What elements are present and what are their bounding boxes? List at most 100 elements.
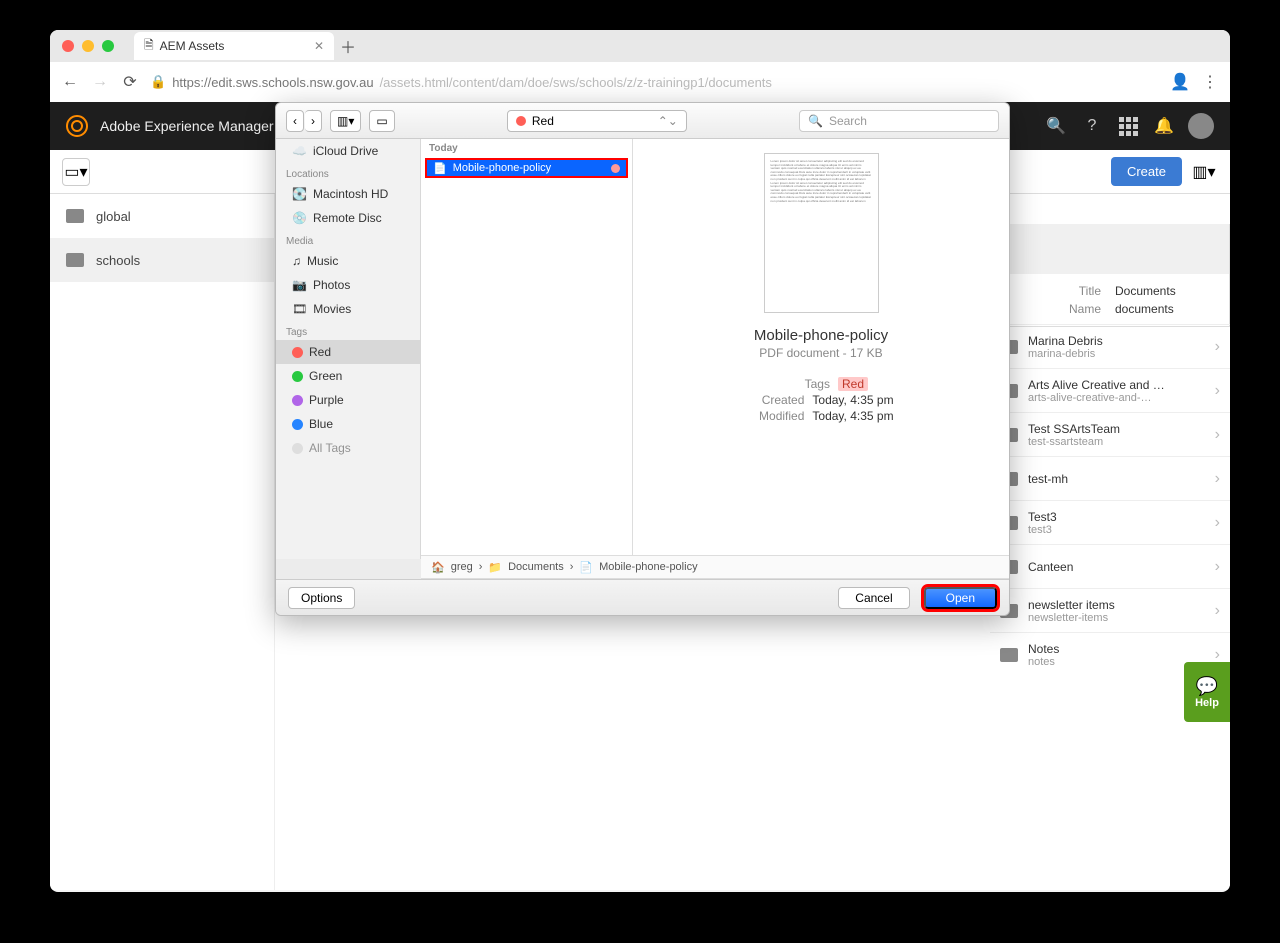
forward-button[interactable]: → [90,73,110,91]
path-dropdown[interactable]: Red ⌃⌄ [507,110,687,132]
sidebar-all-tags[interactable]: All Tags [276,436,420,460]
browser-window: 🗎 AEM Assets ✕ ＋ ← → ⟳ 🔒 https://edit.sw… [50,30,1230,892]
cloud-icon: ☁️ [292,144,307,158]
sidebar-tag-green[interactable]: Green [276,364,420,388]
cancel-button[interactable]: Cancel [838,587,909,609]
sidebar-movies[interactable]: 🎞Movies [276,297,420,321]
back-button[interactable]: ← [60,73,80,91]
sidebar-item-global[interactable]: global [50,194,274,238]
new-tab-button[interactable]: ＋ [336,34,360,58]
avatar[interactable] [1188,113,1214,139]
search-icon: 🔍 [808,114,823,128]
list-item[interactable]: Test SSArtsTeamtest-ssartsteam› [990,412,1230,456]
group-button[interactable]: ▭ [369,110,394,132]
chevron-right-icon: › [1215,338,1220,356]
apps-icon[interactable] [1116,114,1140,138]
nav-forward-button[interactable]: › [305,110,322,132]
breadcrumb: 🏠greg› 📁Documents› 📄Mobile-phone-policy [421,555,1009,579]
sidebar-photos[interactable]: 📷Photos [276,273,420,297]
bell-icon[interactable]: 🔔 [1152,114,1176,138]
page-icon: 🗎 [144,36,154,57]
tag-dot-icon [292,419,303,430]
detail-title-label: Title [1079,284,1101,298]
folder-icon [1000,648,1018,662]
titlebar: 🗎 AEM Assets ✕ ＋ [50,30,1230,62]
dialog-footer: Options Cancel Open [276,579,1009,615]
chevron-right-icon: › [1215,602,1220,620]
tag-dot-icon [292,395,303,406]
tag-dot-icon [292,347,303,358]
help-badge[interactable]: 💬 Help [1184,662,1230,722]
minimize-icon[interactable] [82,40,94,52]
sidebar-group-media: Media [276,230,420,249]
column-header: Today [421,139,632,158]
lock-icon: 🔒 [150,74,166,90]
home-icon: 🏠 [431,561,445,574]
tag-dot-icon [292,443,303,454]
sidebar-music[interactable]: ♫Music [276,249,420,273]
aem-logo-icon[interactable] [66,115,88,137]
detail-name-value: documents [1115,302,1215,316]
sidebar-group-tags: Tags [276,321,420,340]
detail-panel: TitleDocuments Namedocuments [990,224,1230,327]
tag-badge: Red [838,377,868,391]
preview-title: Mobile-phone-policy [754,327,888,344]
search-input[interactable]: 🔍 Search [799,110,999,132]
folder-icon: 📁 [488,561,502,574]
file-row-mobile-phone-policy[interactable]: 📄 Mobile-phone-policy [425,158,628,178]
doc-icon: 📄 [433,162,447,175]
more-icon[interactable]: ⋮ [1200,72,1220,92]
sidebar-tag-blue[interactable]: Blue [276,412,420,436]
url-host: https://edit.sws.schools.nsw.gov.au [172,75,373,90]
view-mode-button[interactable]: ▥▾ [330,110,361,132]
detail-name-label: Name [1069,302,1101,316]
search-icon[interactable]: 🔍 [1044,114,1068,138]
chevron-right-icon: › [1215,382,1220,400]
aem-sidebar: global schools [50,194,275,890]
sidebar-tag-purple[interactable]: Purple [276,388,420,412]
nav-back-button[interactable]: ‹ [286,110,304,132]
list-item[interactable]: Marina Debrismarina-debris› [990,324,1230,368]
chevron-right-icon: › [1215,426,1220,444]
camera-icon: 📷 [292,278,307,292]
view-switch-button[interactable]: ▥▾ [1190,158,1218,186]
rail-toggle-button[interactable]: ▭▾ [62,158,90,186]
help-icon[interactable]: ? [1080,114,1104,138]
music-icon: ♫ [292,254,301,268]
chat-icon: 💬 [1196,676,1218,697]
sidebar-icloud-drive[interactable]: ☁️iCloud Drive [276,139,420,163]
options-button[interactable]: Options [288,587,355,609]
film-icon: 🎞 [292,302,307,316]
list-item[interactable]: Arts Alive Creative and …arts-alive-crea… [990,368,1230,412]
chevron-right-icon: › [1215,558,1220,576]
tab-title: AEM Assets [160,39,225,53]
close-tab-icon[interactable]: ✕ [314,39,324,53]
create-button[interactable]: Create [1111,157,1182,186]
list-item[interactable]: test-mh› [990,456,1230,500]
list-item[interactable]: newsletter itemsnewsletter-items› [990,588,1230,632]
browser-tab[interactable]: 🗎 AEM Assets ✕ [134,32,334,60]
list-item[interactable]: Canteen› [990,544,1230,588]
chevron-right-icon: › [1215,470,1220,488]
reload-button[interactable]: ⟳ [120,72,140,92]
chevron-right-icon: › [1215,514,1220,532]
url-bar[interactable]: 🔒 https://edit.sws.schools.nsw.gov.au/as… [150,74,1160,90]
sidebar-macintosh-hd[interactable]: 💽Macintosh HD [276,182,420,206]
dialog-sidebar: ☁️iCloud Drive Locations 💽Macintosh HD 💿… [276,139,421,559]
preview-subtitle: PDF document - 17 KB [759,346,882,360]
sidebar-remote-disc[interactable]: 💿Remote Disc [276,206,420,230]
maximize-icon[interactable] [102,40,114,52]
open-button[interactable]: Open [924,587,997,609]
disc-icon: 💿 [292,211,307,225]
sidebar-tag-red[interactable]: Red [276,340,420,364]
url-row: ← → ⟳ 🔒 https://edit.sws.schools.nsw.gov… [50,62,1230,102]
red-tag-icon [611,164,620,173]
close-icon[interactable] [62,40,74,52]
document-thumbnail: Lorem ipsum dolor sit amet consectetur a… [764,153,879,313]
profile-icon[interactable]: 👤 [1170,72,1190,92]
sidebar-item-schools[interactable]: schools [50,238,274,282]
list-item[interactable]: Test3test3› [990,500,1230,544]
dialog-toolbar: ‹ › ▥▾ ▭ Red ⌃⌄ 🔍 Search [276,103,1009,139]
red-tag-icon [516,116,526,126]
product-name: Adobe Experience Manager [100,118,274,134]
